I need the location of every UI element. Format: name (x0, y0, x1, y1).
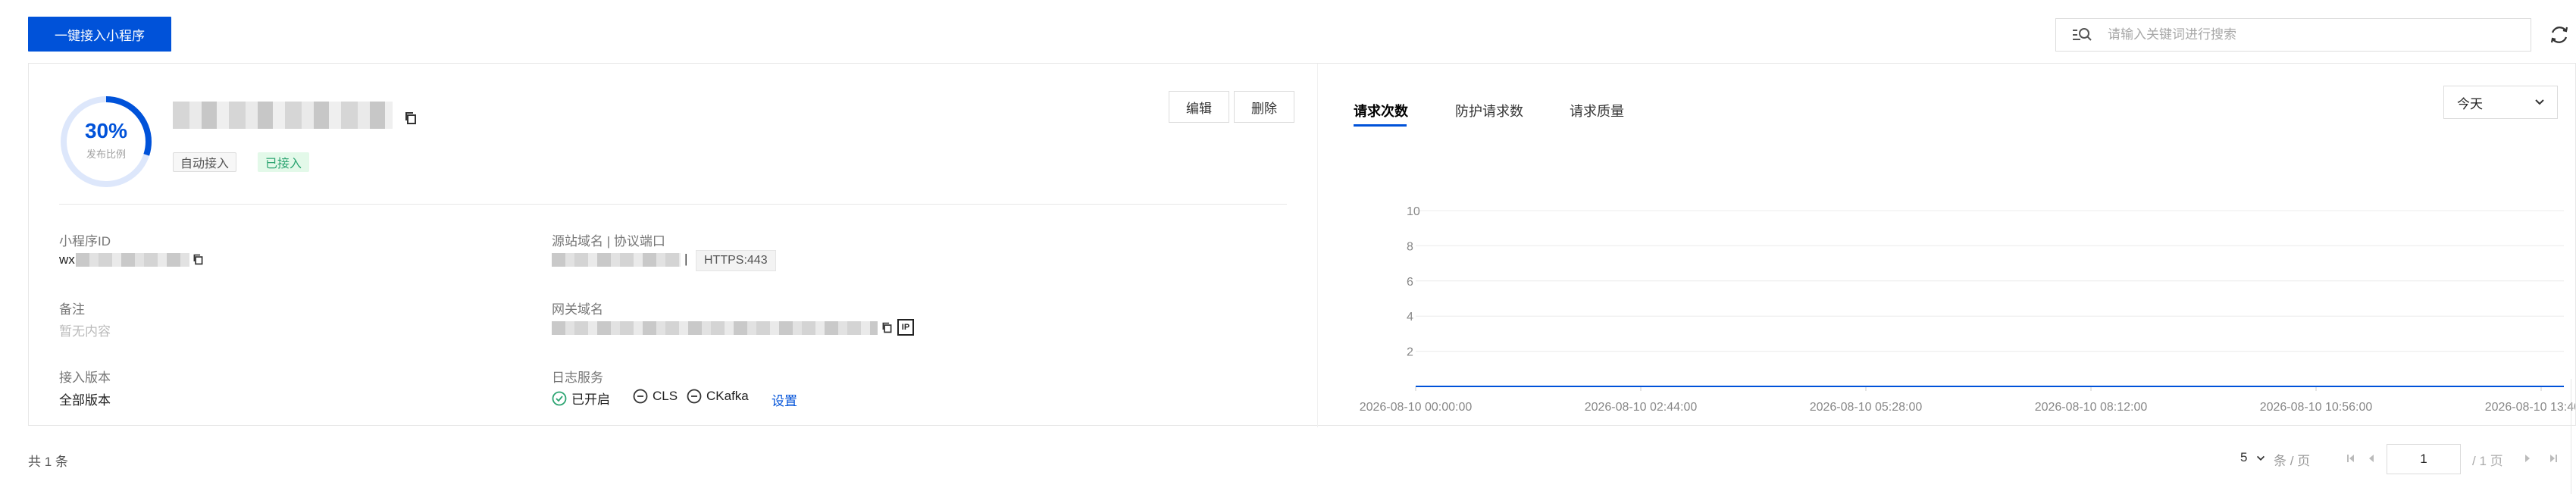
refresh-icon[interactable] (2548, 23, 2571, 46)
version-label: 接入版本 (59, 370, 111, 385)
total-count: 共 1 条 (28, 455, 68, 469)
log-cls: CLS (633, 389, 678, 404)
log-service-label: 日志服务 (552, 370, 603, 385)
remark-label: 备注 (59, 302, 85, 317)
connected-status-badge: 已接入 (258, 152, 310, 172)
copy-icon[interactable] (403, 111, 418, 126)
log-enabled-text: 已开启 (571, 392, 610, 407)
publish-ratio-value: 30% (84, 119, 128, 142)
x-tick-label: 2026-08-10 05:28:00 (1810, 401, 1923, 414)
y-tick-label: 10 (1407, 205, 1420, 218)
search-input[interactable] (2108, 27, 2502, 42)
next-page-icon[interactable] (2521, 452, 2534, 465)
app-id-prefix: wx (59, 252, 75, 267)
total-pages: / 1 页 (2472, 454, 2503, 468)
x-tick-label: 2026-08-10 10:56:00 (2260, 401, 2373, 414)
tab-request-count[interactable]: 请求次数 (1354, 101, 1408, 120)
active-tab-indicator (1354, 124, 1407, 127)
x-tick-label: 2026-08-10 13:40:00 (2485, 401, 2575, 414)
log-cls-text: CLS (653, 389, 678, 403)
y-tick-label: 2 (1407, 346, 1413, 359)
scroll-edge (2571, 379, 2576, 494)
time-range-value: 今天 (2457, 96, 2483, 111)
search-filter-icon (2073, 28, 2092, 41)
y-tick-label: 4 (1407, 311, 1413, 324)
log-ckafka-text: CKafka (706, 389, 749, 403)
gateway-domain-redacted (552, 321, 878, 335)
log-settings-link[interactable]: 设置 (772, 390, 797, 409)
tab-request-quality[interactable]: 请求质量 (1570, 101, 1624, 120)
copy-app-id-icon[interactable] (192, 253, 205, 266)
time-range-select[interactable]: 今天 (2443, 86, 2558, 119)
y-tick-label: 8 (1407, 240, 1413, 253)
page-size-unit: 条 / 页 (2274, 454, 2311, 468)
delete-button[interactable]: 删除 (1234, 91, 1294, 123)
remark-value: 暂无内容 (59, 324, 111, 339)
page-number-input[interactable]: 1 (2387, 444, 2461, 474)
auto-connect-tag: 自动接入 (173, 152, 237, 172)
minus-circle-icon (687, 389, 702, 404)
x-tick-label: 2026-08-10 02:44:00 (1585, 401, 1698, 414)
prev-page-icon[interactable] (2365, 452, 2378, 465)
first-page-icon[interactable] (2344, 452, 2358, 465)
chevron-down-icon (2535, 99, 2544, 105)
x-tick-label: 2026-08-10 08:12:00 (2035, 401, 2148, 414)
search-box[interactable] (2055, 18, 2531, 52)
minus-circle-icon (633, 389, 648, 404)
last-page-icon[interactable] (2546, 452, 2560, 465)
publish-ratio-label: 发布比例 (86, 149, 126, 160)
y-tick-label: 6 (1407, 276, 1413, 289)
edit-button[interactable]: 编辑 (1169, 91, 1229, 123)
origin-domain-redacted (552, 253, 681, 267)
app-id-redacted (76, 253, 189, 267)
origin-separator: | (684, 252, 688, 266)
copy-gateway-icon[interactable] (881, 321, 894, 334)
app-id-label: 小程序ID (59, 234, 111, 249)
version-value: 全部版本 (59, 393, 111, 408)
chevron-down-icon (2257, 455, 2265, 461)
miniprogram-card: 30% 发布比例 自动接入 已接入 编辑 删除 小程序ID wx 源站域名 | … (28, 63, 2576, 427)
check-circle-icon (552, 391, 567, 405)
log-enabled: 已开启 (552, 389, 610, 408)
page-size-value: 5 (2240, 450, 2248, 464)
x-tick-label: 2026-08-10 00:00:00 (1360, 401, 1473, 414)
quick-connect-button[interactable]: 一键接入小程序 (28, 17, 171, 52)
log-ckafka: CKafka (687, 389, 749, 404)
ip-icon[interactable]: IP (897, 319, 914, 336)
request-count-chart: 10 8 6 4 2 2026-08-10 00:00:00 2026-08-10 02:4… (1360, 205, 2575, 414)
tab-protected-requests[interactable]: 防护请求数 (1455, 101, 1523, 120)
gateway-domain-label: 网关域名 (552, 302, 603, 317)
miniprogram-name-redacted (173, 102, 393, 129)
protocol-port-badge: HTTPS:443 (696, 250, 776, 271)
card-divider (59, 204, 1287, 205)
origin-domain-label: 源站域名 | 协议端口 (552, 234, 665, 249)
page-size-select[interactable]: 5 (2240, 450, 2266, 465)
